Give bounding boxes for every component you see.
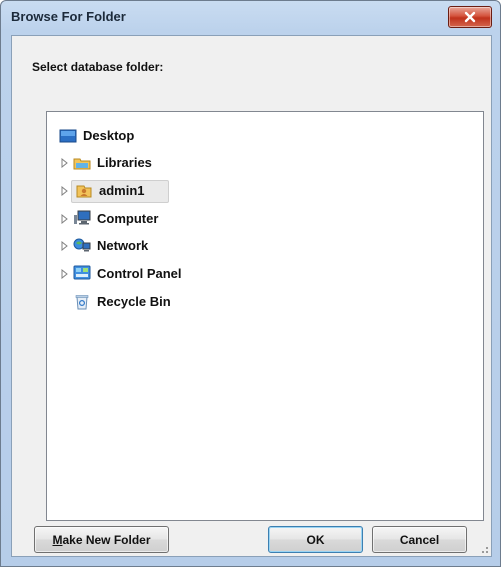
tree-item-label: Network [97, 238, 149, 253]
tree-item-admin1[interactable]: admin1 [47, 180, 247, 203]
recycle-bin-icon [75, 295, 89, 310]
cancel-button[interactable]: Cancel [372, 526, 467, 553]
expand-arrow-icon[interactable] [59, 241, 69, 251]
network-icon [73, 238, 91, 252]
expand-arrow-icon[interactable] [59, 158, 69, 168]
computer-icon [74, 210, 91, 225]
make-new-folder-button[interactable]: Make New Folder [34, 526, 169, 553]
make-new-folder-label: ake New Folder [62, 532, 151, 547]
control-panel-icon [73, 265, 91, 280]
user-folder-icon [76, 185, 92, 198]
tree-item-label: Libraries [97, 155, 152, 170]
tree-item-libraries[interactable]: Libraries [47, 152, 247, 174]
expand-arrow-icon[interactable] [59, 269, 69, 279]
folder-tree[interactable]: Desktop Libraries admin1 Computer Networ… [46, 111, 484, 521]
tree-item-network[interactable]: Network [47, 235, 247, 257]
close-button[interactable] [448, 6, 492, 28]
expand-arrow-icon[interactable] [59, 214, 69, 224]
resize-grip-icon[interactable] [477, 542, 489, 554]
dialog-body: Select database folder: Desktop Librarie… [11, 35, 492, 557]
accelerator-letter: M [52, 532, 63, 547]
tree-item-control-panel[interactable]: Control Panel [47, 263, 267, 285]
window-title: Browse For Folder [11, 9, 126, 24]
tree-item-label: Recycle Bin [97, 294, 171, 309]
tree-item-label: Computer [97, 211, 159, 226]
ok-button[interactable]: OK [268, 526, 363, 553]
tree-item-recycle-bin[interactable]: Recycle Bin [47, 291, 247, 313]
title-bar[interactable]: Browse For Folder [1, 1, 500, 34]
tree-item-label: Control Panel [97, 266, 182, 281]
libraries-icon [73, 158, 91, 170]
expand-arrow-icon[interactable] [59, 186, 69, 196]
cancel-label: Cancel [399, 532, 440, 547]
close-icon [464, 11, 476, 23]
tree-item-label: admin1 [99, 183, 145, 198]
tree-item-label: Desktop [83, 128, 135, 143]
browse-for-folder-dialog: Browse For Folder Select database folder… [0, 0, 501, 567]
tree-item-desktop[interactable]: Desktop [47, 125, 247, 147]
prompt-label: Select database folder: [32, 60, 164, 74]
ok-label: OK [306, 532, 325, 547]
desktop-icon [59, 129, 77, 143]
tree-item-computer[interactable]: Computer [47, 208, 247, 230]
